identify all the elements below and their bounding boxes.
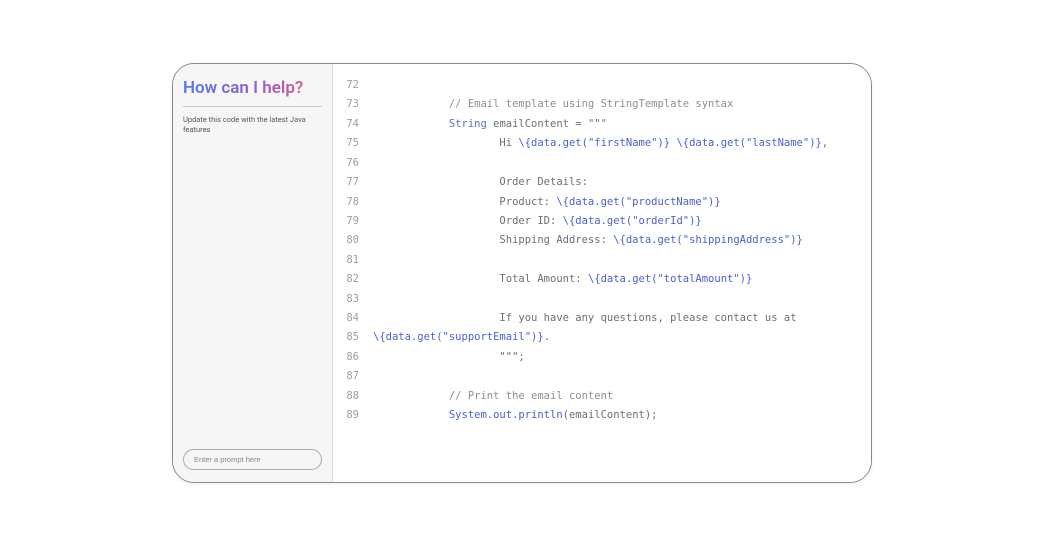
line-number: 84 <box>337 309 373 328</box>
line-number: 86 <box>337 348 373 367</box>
sidebar-prompt-text: Update this code with the latest Java fe… <box>183 115 322 135</box>
line-content: // Print the email content <box>373 387 855 406</box>
line-number: 76 <box>337 154 373 173</box>
line-number: 75 <box>337 134 373 153</box>
code-line: 85\{data.get("supportEmail")}. <box>337 328 855 347</box>
code-line: 75 Hi \{data.get("firstName")} \{data.ge… <box>337 134 855 153</box>
code-line: 88 // Print the email content <box>337 387 855 406</box>
line-number: 79 <box>337 212 373 231</box>
line-number: 72 <box>337 76 373 95</box>
sidebar: How can I help? Update this code with th… <box>173 64 333 482</box>
code-line: 77 Order Details: <box>337 173 855 192</box>
line-content <box>373 367 855 386</box>
app-window: How can I help? Update this code with th… <box>172 63 872 483</box>
code-editor[interactable]: 7273 // Email template using StringTempl… <box>333 64 871 482</box>
line-content <box>373 76 855 95</box>
sidebar-divider <box>183 106 322 107</box>
code-line: 74 String emailContent = """ <box>337 115 855 134</box>
line-content: """; <box>373 348 855 367</box>
line-number: 81 <box>337 251 373 270</box>
code-line: 87 <box>337 367 855 386</box>
code-line: 78 Product: \{data.get("productName")} <box>337 193 855 212</box>
line-content <box>373 154 855 173</box>
line-number: 77 <box>337 173 373 192</box>
line-number: 85 <box>337 328 373 347</box>
code-line: 73 // Email template using StringTemplat… <box>337 95 855 114</box>
code-line: 80 Shipping Address: \{data.get("shippin… <box>337 231 855 250</box>
code-line: 72 <box>337 76 855 95</box>
line-content <box>373 251 855 270</box>
line-content: Order ID: \{data.get("orderId")} <box>373 212 855 231</box>
line-content: Shipping Address: \{data.get("shippingAd… <box>373 231 855 250</box>
line-number: 73 <box>337 95 373 114</box>
code-line: 81 <box>337 251 855 270</box>
line-number: 88 <box>337 387 373 406</box>
code-line: 84 If you have any questions, please con… <box>337 309 855 328</box>
code-line: 86 """; <box>337 348 855 367</box>
line-content: System.out.println(emailContent); <box>373 406 855 425</box>
code-line: 79 Order ID: \{data.get("orderId")} <box>337 212 855 231</box>
line-content: String emailContent = """ <box>373 115 855 134</box>
prompt-input[interactable] <box>183 449 322 470</box>
line-content: Total Amount: \{data.get("totalAmount")} <box>373 270 855 289</box>
sidebar-title: How can I help? <box>183 78 322 98</box>
code-line: 82 Total Amount: \{data.get("totalAmount… <box>337 270 855 289</box>
line-number: 74 <box>337 115 373 134</box>
line-number: 80 <box>337 231 373 250</box>
line-content: \{data.get("supportEmail")}. <box>373 328 855 347</box>
line-content <box>373 290 855 309</box>
line-number: 83 <box>337 290 373 309</box>
line-number: 82 <box>337 270 373 289</box>
line-number: 78 <box>337 193 373 212</box>
code-line: 83 <box>337 290 855 309</box>
line-content: Product: \{data.get("productName")} <box>373 193 855 212</box>
code-line: 89 System.out.println(emailContent); <box>337 406 855 425</box>
line-content: If you have any questions, please contac… <box>373 309 855 328</box>
line-content: Hi \{data.get("firstName")} \{data.get("… <box>373 134 855 153</box>
line-number: 89 <box>337 406 373 425</box>
line-number: 87 <box>337 367 373 386</box>
line-content: Order Details: <box>373 173 855 192</box>
line-content: // Email template using StringTemplate s… <box>373 95 855 114</box>
code-line: 76 <box>337 154 855 173</box>
